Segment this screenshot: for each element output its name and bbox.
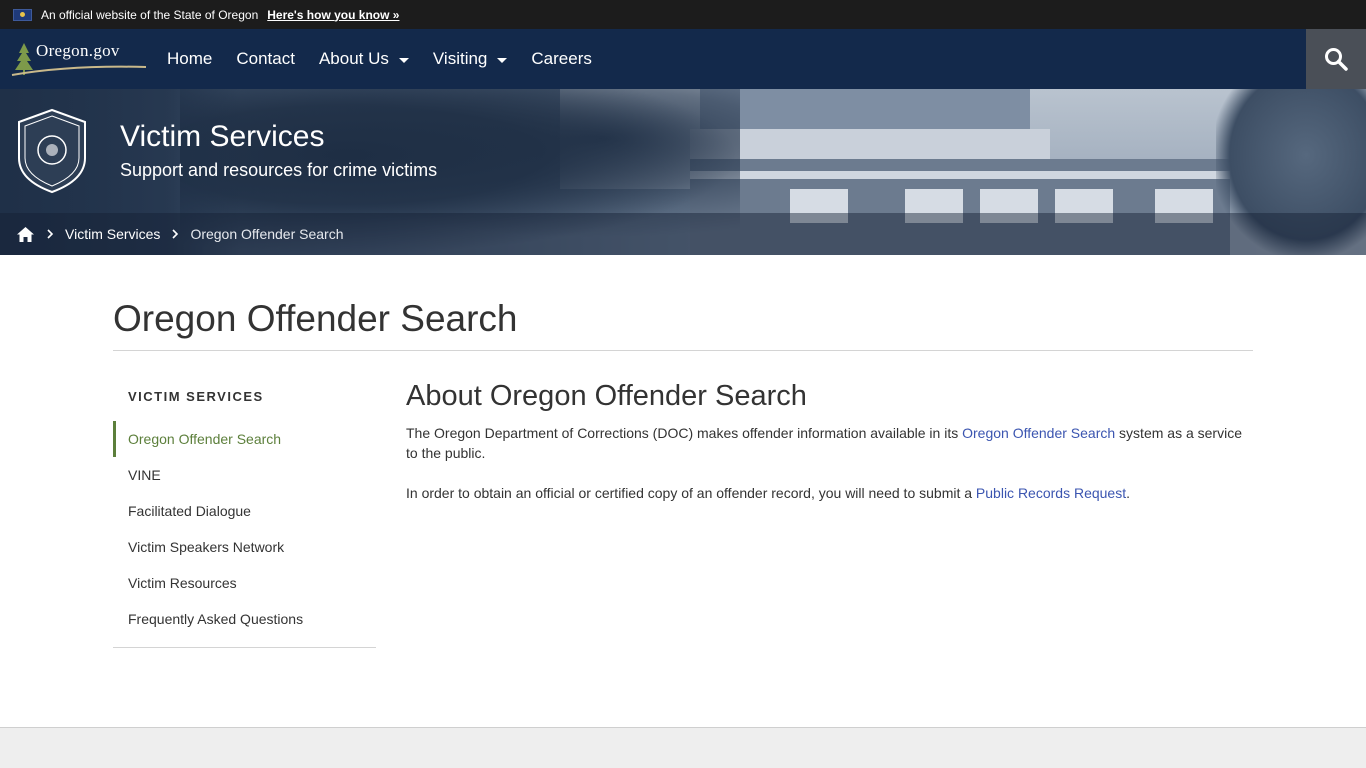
nav-about-us-label: About Us <box>318 49 389 68</box>
hero-dome-band <box>690 129 1050 159</box>
sidenav-item-faq[interactable]: Frequently Asked Questions <box>113 601 376 637</box>
page-title: Oregon Offender Search <box>113 298 518 339</box>
p2-text-after: . <box>1126 485 1130 501</box>
sidenav-item-victim-resources[interactable]: Victim Resources <box>113 565 376 601</box>
oregon-gov-logo[interactable]: Oregon.gov <box>10 39 148 79</box>
content-heading: About Oregon Offender Search <box>406 380 807 412</box>
content-paragraph-2: In order to obtain an official or certif… <box>406 483 1256 503</box>
caret-down-icon <box>497 57 508 63</box>
p1-text-before: The Oregon Department of Corrections (DO… <box>406 425 963 441</box>
nav-home[interactable]: Home <box>155 29 224 89</box>
oregon-flag-icon <box>13 8 32 21</box>
oregon-offender-search-link[interactable]: Oregon Offender Search <box>962 425 1115 441</box>
p2-text-before: In order to obtain an official or certif… <box>406 485 976 501</box>
hero-title: Victim Services <box>120 120 325 153</box>
chevron-right-icon <box>47 229 54 239</box>
main-content: About Oregon Offender Search The Oregon … <box>406 380 1256 523</box>
sidenav-item-victim-speakers-network[interactable]: Victim Speakers Network <box>113 529 376 565</box>
title-divider <box>113 350 1253 351</box>
nav-home-label: Home <box>167 49 213 68</box>
oregon-doc-seal-icon <box>18 108 86 194</box>
hero-subtitle: Support and resources for crime victims <box>120 160 438 180</box>
sidenav-item-oregon-offender-search[interactable]: Oregon Offender Search <box>113 421 376 457</box>
official-banner-text: An official website of the State of Oreg… <box>41 7 259 22</box>
public-records-request-link[interactable]: Public Records Request <box>976 485 1126 501</box>
sidenav-list: Oregon Offender Search VINE Facilitated … <box>113 421 376 637</box>
sidenav-heading: VICTIM SERVICES <box>128 389 264 404</box>
logo-text: Oregon.gov <box>36 41 120 60</box>
nav-about-us[interactable]: About Us <box>307 29 421 89</box>
nav-careers-label: Careers <box>531 49 592 68</box>
nav-visiting[interactable]: Visiting <box>421 29 520 89</box>
breadcrumb-current: Oregon Offender Search <box>190 226 344 242</box>
nav-careers[interactable]: Careers <box>519 29 603 89</box>
sidenav-item-facilitated-dialogue[interactable]: Facilitated Dialogue <box>113 493 376 529</box>
heres-how-you-know-link[interactable]: Here's how you know » <box>267 8 399 22</box>
side-navigation: VICTIM SERVICES Oregon Offender Search V… <box>113 380 376 637</box>
breadcrumb: Victim Services Oregon Offender Search <box>0 213 1366 255</box>
sidenav-item-vine[interactable]: VINE <box>113 457 376 493</box>
nav-contact-label: Contact <box>236 49 295 68</box>
search-icon <box>1325 48 1348 71</box>
nav-contact[interactable]: Contact <box>224 29 307 89</box>
breadcrumb-victim-services[interactable]: Victim Services <box>65 226 160 242</box>
nav-visiting-label: Visiting <box>432 49 488 68</box>
chevron-right-icon <box>172 229 179 239</box>
home-icon[interactable] <box>16 226 35 243</box>
caret-down-icon <box>398 57 409 63</box>
main-navbar: Oregon.gov Home Contact About Us Visitin… <box>0 29 1366 89</box>
nav-menu: Home Contact About Us Visiting Careers <box>155 29 604 89</box>
search-button[interactable] <box>1306 29 1366 89</box>
content-paragraph-1: The Oregon Department of Corrections (DO… <box>406 423 1256 463</box>
footer-band <box>0 727 1366 768</box>
official-banner: An official website of the State of Oreg… <box>0 0 1366 29</box>
sidenav-divider <box>113 647 376 648</box>
